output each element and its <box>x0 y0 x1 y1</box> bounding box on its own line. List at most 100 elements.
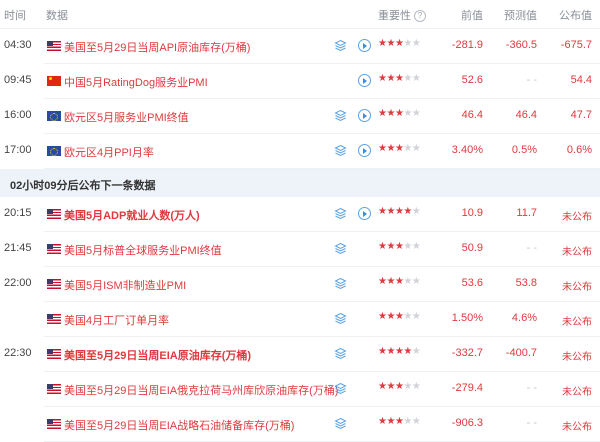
previous-value: 50.9 <box>461 242 483 254</box>
table-row[interactable]: 17:00 欧元区4月PPI月率 ★★★★★ 3.40% 0.5% 0.6% <box>0 134 600 169</box>
header-importance: 重要性? <box>378 7 426 23</box>
row-time: 16:00 <box>4 109 32 121</box>
star-icon: ★ <box>403 206 412 217</box>
forecast-value: 53.8 <box>515 277 537 289</box>
forecast-value: - - <box>526 417 537 429</box>
star-icon: ★ <box>411 143 421 154</box>
indicator-title-link[interactable]: 欧元区5月服务业PMI终值 <box>64 109 189 125</box>
layers-icon[interactable] <box>334 382 347 395</box>
importance-stars: ★★★★★ <box>378 143 421 154</box>
table-row[interactable]: 美国至5月29日当周EIA俄克拉荷马州库欣原油库存(万桶) ★★★★★ -279.4… <box>0 372 600 407</box>
forecast-value: 4.6% <box>511 312 537 324</box>
row-time: 20:15 <box>4 207 32 219</box>
play-icon[interactable] <box>358 74 371 87</box>
help-icon[interactable]: ? <box>414 10 426 22</box>
previous-value: 10.9 <box>461 207 483 219</box>
eu-flag-icon <box>47 111 61 121</box>
importance-stars: ★★★★★ <box>378 276 421 287</box>
forecast-value: - - <box>526 382 537 394</box>
star-icon: ★ <box>386 311 395 322</box>
star-icon: ★ <box>411 73 421 84</box>
star-icon: ★ <box>403 276 412 287</box>
previous-value: 3.40% <box>451 144 483 156</box>
previous-value: -279.4 <box>451 382 483 394</box>
us-flag-icon <box>47 384 61 394</box>
star-icon: ★ <box>411 311 421 322</box>
star-icon: ★ <box>411 346 421 357</box>
star-icon: ★ <box>403 108 412 119</box>
star-icon: ★ <box>411 241 421 252</box>
actual-value: 47.7 <box>570 109 592 121</box>
star-icon: ★ <box>386 416 395 427</box>
table-row[interactable]: 22:00 美国5月ISM非制造业PMI ★★★★★ 53.6 53.8 未公布 <box>0 267 600 302</box>
row-time: 21:45 <box>4 242 32 254</box>
star-icon: ★ <box>386 381 395 392</box>
layers-icon[interactable] <box>334 417 347 430</box>
indicator-title-link[interactable]: 美国5月ISM非制造业PMI <box>64 277 186 293</box>
table-row[interactable]: 09:45 中国5月RatingDog服务业PMI ★★★★★ 52.6 - - 54.4 <box>0 64 600 99</box>
row-time: 22:30 <box>4 347 32 359</box>
table-header: 时间 数据 重要性? 前值 预测值 公布值 <box>0 0 600 29</box>
star-icon: ★ <box>411 381 421 392</box>
star-icon: ★ <box>386 143 395 154</box>
star-icon: ★ <box>386 346 395 357</box>
table-row[interactable]: 美国4月工厂订单月率 ★★★★★ 1.50% 4.6% 未公布 <box>0 302 600 337</box>
previous-value: 46.4 <box>461 109 483 121</box>
cn-flag-icon <box>47 76 61 86</box>
indicator-title-link[interactable]: 美国4月工厂订单月率 <box>64 312 169 328</box>
countdown-text: 02小时09分后公布下一条数据 <box>10 180 156 192</box>
indicator-title-link[interactable]: 美国至5月29日当周EIA俄克拉荷马州库欣原油库存(万桶) <box>64 382 338 398</box>
table-row[interactable]: 20:15 美国5月ADP就业人数(万人) ★★★★★ 10.9 11.7 未公布 <box>0 197 600 232</box>
layers-icon[interactable] <box>334 242 347 255</box>
importance-stars: ★★★★★ <box>378 311 421 322</box>
indicator-title-link[interactable]: 美国至5月29日当周EIA原油库存(万桶) <box>64 347 251 363</box>
actual-value: 未公布 <box>562 387 592 398</box>
layers-icon[interactable] <box>334 39 347 52</box>
layers-icon[interactable] <box>334 207 347 220</box>
importance-stars: ★★★★★ <box>378 381 421 392</box>
star-icon: ★ <box>411 206 421 217</box>
star-icon: ★ <box>403 143 412 154</box>
indicator-title-link[interactable]: 中国5月RatingDog服务业PMI <box>64 74 208 90</box>
star-icon: ★ <box>403 38 412 49</box>
forecast-value: - - <box>526 242 537 254</box>
row-time: 22:00 <box>4 277 32 289</box>
previous-value: 52.6 <box>461 74 483 86</box>
layers-icon[interactable] <box>334 277 347 290</box>
importance-stars: ★★★★★ <box>378 38 421 49</box>
table-row[interactable]: 22:30 美国至5月29日当周EIA原油库存(万桶) ★★★★★ -332.7 -40… <box>0 337 600 372</box>
indicator-title-link[interactable]: 美国至5月29日当周API原油库存(万桶) <box>64 39 250 55</box>
us-flag-icon <box>47 419 61 429</box>
table-row[interactable]: 04:30 美国至5月29日当周API原油库存(万桶) ★★★★★ -281.9 -36… <box>0 29 600 64</box>
layers-icon[interactable] <box>334 347 347 360</box>
layers-icon[interactable] <box>334 312 347 325</box>
star-icon: ★ <box>411 276 421 287</box>
us-flag-icon <box>47 349 61 359</box>
table-row[interactable]: 美国至5月29日当周EIA战略石油储备库存(万桶) ★★★★★ -906.3 - - 未… <box>0 407 600 442</box>
play-icon[interactable] <box>358 207 371 220</box>
importance-stars: ★★★★★ <box>378 73 421 84</box>
us-flag-icon <box>47 41 61 51</box>
indicator-title-link[interactable]: 美国至5月29日当周EIA战略石油储备库存(万桶) <box>64 417 294 433</box>
layers-icon[interactable] <box>334 109 347 122</box>
previous-value: -906.3 <box>451 417 483 429</box>
actual-value: 54.4 <box>570 74 592 86</box>
indicator-title-link[interactable]: 美国5月标普全球服务业PMI终值 <box>64 242 222 258</box>
play-icon[interactable] <box>358 109 371 122</box>
star-icon: ★ <box>403 346 412 357</box>
star-icon: ★ <box>386 276 395 287</box>
us-flag-icon <box>47 279 61 289</box>
table-row[interactable]: 16:00 欧元区5月服务业PMI终值 ★★★★★ 46.4 46.4 47.7 <box>0 99 600 134</box>
play-icon[interactable] <box>358 144 371 157</box>
layers-icon[interactable] <box>334 144 347 157</box>
forecast-value: 0.5% <box>511 144 537 156</box>
indicator-title-link[interactable]: 欧元区4月PPI月率 <box>64 144 154 160</box>
table-row[interactable]: 21:45 美国5月标普全球服务业PMI终值 ★★★★★ 50.9 - - 未公布 <box>0 232 600 267</box>
play-icon[interactable] <box>358 39 371 52</box>
upcoming-rows: 20:15 美国5月ADP就业人数(万人) ★★★★★ 10.9 11.7 未公布 21:4… <box>0 197 600 442</box>
indicator-title-link[interactable]: 美国5月ADP就业人数(万人) <box>64 207 200 223</box>
actual-value: 未公布 <box>562 212 592 223</box>
actual-value: 未公布 <box>562 282 592 293</box>
row-time: 17:00 <box>4 144 32 156</box>
forecast-value: -360.5 <box>505 39 537 51</box>
